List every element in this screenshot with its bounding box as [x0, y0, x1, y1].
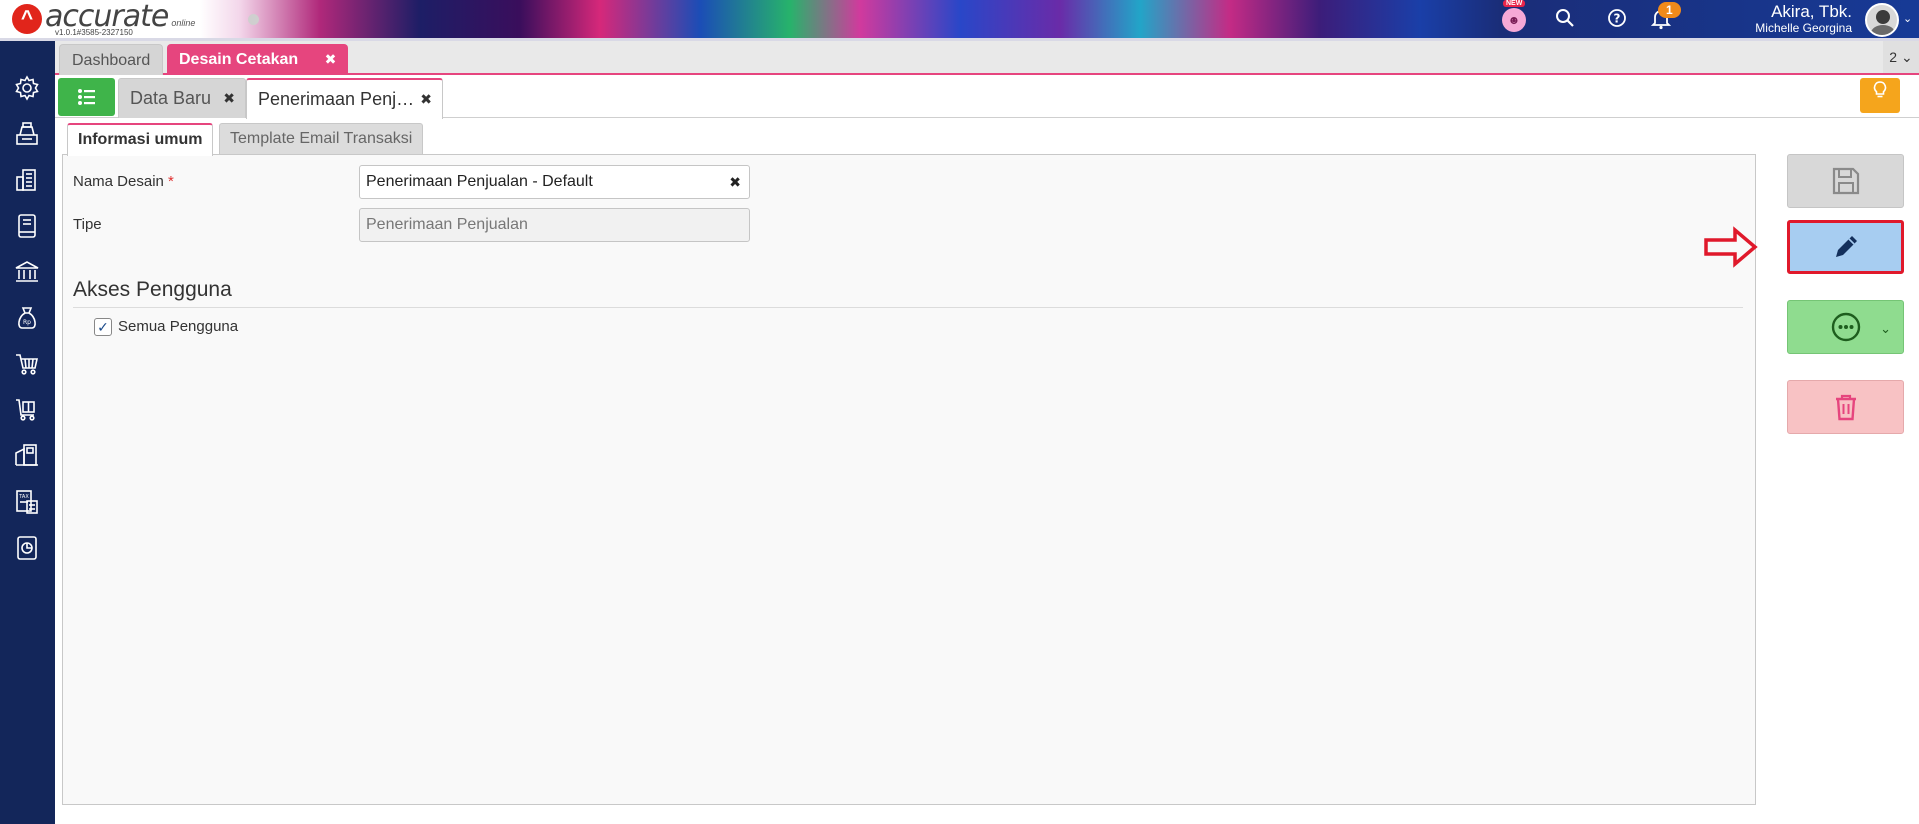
- save-disk-icon: [1832, 167, 1859, 195]
- clear-icon[interactable]: ✖: [729, 166, 741, 198]
- trash-icon: [1835, 394, 1856, 421]
- required-mark: *: [168, 173, 174, 190]
- nama-desain-input[interactable]: Penerimaan Penjualan - Default ✖: [359, 165, 750, 199]
- nama-desain-value: Penerimaan Penjualan - Default: [366, 173, 593, 190]
- chevron-down-icon: ⌄: [1900, 49, 1913, 65]
- tab-penerimaan-label: Penerimaan Penj…: [258, 89, 415, 109]
- logo-cloud-text: online: [171, 18, 196, 28]
- notification-badge: 1: [1658, 2, 1681, 18]
- search-icon[interactable]: [1553, 8, 1577, 32]
- sub-tab-bar: Data Baru ✖ Penerimaan Penj… ✖: [55, 77, 1919, 119]
- tab-desain-cetakan[interactable]: Desain Cetakan ✖: [167, 44, 349, 75]
- chevron-down-icon[interactable]: ⌄: [1880, 321, 1891, 337]
- inventory-warehouse-icon[interactable]: [12, 441, 42, 471]
- accurate-logo-icon: ^: [12, 4, 42, 34]
- svg-text:TAX: TAX: [18, 494, 29, 500]
- section-divider: [73, 307, 1743, 308]
- tab-template-email[interactable]: Template Email Transaksi: [219, 123, 424, 155]
- arrow-right-icon: [1704, 226, 1758, 268]
- module-tab-bar: Dashboard Desain Cetakan ✖ 2 ⌄: [55, 41, 1919, 75]
- more-actions-button[interactable]: ⌄: [1787, 300, 1904, 354]
- report-chart-icon[interactable]: [12, 533, 42, 563]
- tab-penerimaan-penjualan[interactable]: Penerimaan Penj… ✖: [246, 78, 443, 119]
- status-dot-icon: [248, 14, 259, 25]
- delete-button[interactable]: [1787, 380, 1904, 434]
- ledger-book-icon[interactable]: [12, 211, 42, 241]
- tab-informasi-umum[interactable]: Informasi umum: [67, 123, 214, 156]
- svg-text:?: ?: [1614, 12, 1621, 26]
- app-header: ^ accurate online v1.0.1#3585-2327150 ☻ …: [0, 0, 1919, 41]
- more-options-icon: [1831, 312, 1860, 342]
- tab-data-baru-label: Data Baru: [130, 88, 212, 108]
- nama-desain-label: Nama Desain *: [73, 173, 174, 190]
- save-button[interactable]: [1787, 154, 1904, 208]
- whats-new-icon[interactable]: ☻: [1502, 8, 1526, 32]
- company-building-icon[interactable]: [12, 165, 42, 195]
- form-panel: Nama Desain * Penerimaan Penjualan - Def…: [62, 154, 1756, 805]
- semua-pengguna-label[interactable]: Semua Pengguna: [118, 318, 238, 335]
- lightbulb-tips-button[interactable]: [1860, 78, 1900, 113]
- tab-dashboard-label: Dashboard: [72, 52, 151, 69]
- tipe-label: Tipe: [73, 216, 102, 233]
- close-icon[interactable]: ✖: [420, 80, 432, 118]
- edit-button[interactable]: [1787, 220, 1904, 274]
- settings-gear-icon[interactable]: [12, 73, 42, 103]
- lightbulb-icon: [1873, 81, 1887, 98]
- nama-desain-label-text: Nama Desain: [73, 173, 164, 190]
- help-icon[interactable]: ?: [1605, 8, 1629, 32]
- chevron-down-icon[interactable]: ⌄: [1903, 12, 1912, 25]
- shopping-cart-icon[interactable]: [12, 349, 42, 379]
- avatar[interactable]: [1865, 3, 1899, 37]
- list-view-button[interactable]: [58, 78, 115, 116]
- open-tabs-count-value: 2: [1889, 49, 1898, 65]
- tab-dashboard[interactable]: Dashboard: [59, 44, 164, 75]
- money-bag-icon[interactable]: Rp: [12, 303, 42, 333]
- tab-desain-cetakan-label: Desain Cetakan: [179, 51, 299, 68]
- user-name[interactable]: Michelle Georgina: [1755, 21, 1852, 35]
- semua-pengguna-checkbox[interactable]: ✓: [94, 318, 112, 336]
- tax-document-icon[interactable]: TAX: [12, 487, 42, 517]
- bank-icon[interactable]: [12, 257, 42, 287]
- new-badge: NEW: [1503, 0, 1526, 7]
- close-icon[interactable]: ✖: [223, 79, 235, 117]
- pencil-icon: [1835, 236, 1857, 257]
- tab-data-baru[interactable]: Data Baru ✖: [118, 78, 246, 118]
- open-tabs-count[interactable]: 2 ⌄: [1883, 41, 1919, 73]
- tipe-field: Penerimaan Penjualan: [359, 208, 750, 242]
- app-version: v1.0.1#3585-2327150: [55, 28, 133, 37]
- company-name[interactable]: Akira, Tbk.: [1771, 2, 1852, 22]
- svg-text:Rp: Rp: [23, 319, 31, 326]
- list-icon: [77, 89, 95, 105]
- akses-pengguna-heading: Akses Pengguna: [73, 278, 232, 301]
- sidebar: Rp TAX: [0, 41, 55, 824]
- cashier-machine-icon[interactable]: [12, 119, 42, 149]
- purchase-cart-icon[interactable]: [12, 395, 42, 425]
- close-icon[interactable]: ✖: [325, 51, 337, 67]
